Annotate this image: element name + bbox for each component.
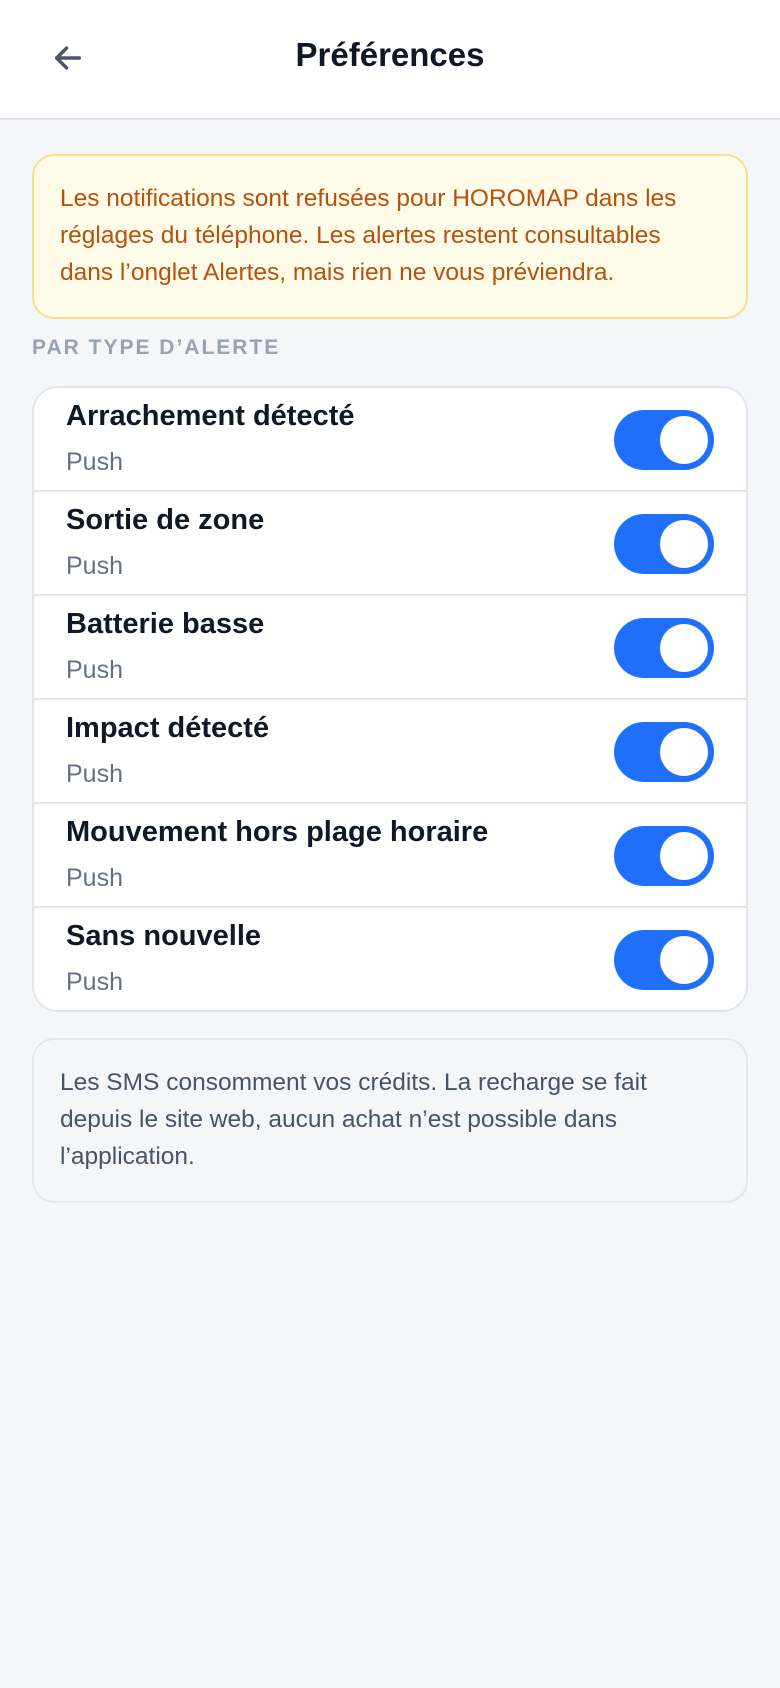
alert-row-mouvement-hors-plage: Mouvement hors plage horaire Push (34, 804, 746, 908)
page-title: Préférences (295, 36, 485, 73)
alert-toggle-batterie-basse[interactable] (614, 618, 714, 678)
alert-title: Sans nouvelle (66, 920, 262, 952)
alert-toggle-impact[interactable] (614, 722, 714, 782)
alert-type-list: Arrachement détecté Push Sortie de zone … (32, 386, 748, 1012)
alert-channel: Push (66, 448, 123, 476)
alert-row-arrachement: Arrachement détecté Push (34, 388, 746, 492)
toggle-knob (660, 832, 708, 880)
app-header: Préférences (0, 0, 780, 120)
alert-channel: Push (66, 552, 123, 580)
info-text: Les SMS consomment vos crédits. La recha… (60, 1069, 647, 1170)
notification-warning-banner: Les notifications sont refusées pour HOR… (32, 154, 748, 319)
sms-info-note: Les SMS consomment vos crédits. La recha… (32, 1038, 748, 1203)
alert-title: Sortie de zone (66, 504, 265, 536)
alert-channel: Push (66, 760, 123, 788)
alert-channel: Push (66, 656, 123, 684)
alert-channel: Push (66, 864, 123, 892)
alert-toggle-mouvement-hors-plage[interactable] (614, 826, 714, 886)
alert-toggle-sans-nouvelle[interactable] (614, 930, 714, 990)
alert-row-sortie-zone: Sortie de zone Push (34, 492, 746, 596)
section-label: PAR TYPE D’ALERTE (32, 336, 281, 359)
alert-row-impact: Impact détecté Push (34, 700, 746, 804)
toggle-knob (660, 520, 708, 568)
alert-row-batterie-basse: Batterie basse Push (34, 596, 746, 700)
toggle-knob (660, 624, 708, 672)
alert-title: Batterie basse (66, 608, 265, 640)
alert-title: Mouvement hors plage horaire (66, 816, 489, 848)
alert-channel: Push (66, 968, 123, 996)
toggle-knob (660, 936, 708, 984)
toggle-knob (660, 416, 708, 464)
toggle-knob (660, 728, 708, 776)
warning-text: Les notifications sont refusées pour HOR… (60, 185, 677, 286)
alert-title: Arrachement détecté (66, 400, 355, 432)
alert-toggle-arrachement[interactable] (614, 410, 714, 470)
alert-row-sans-nouvelle: Sans nouvelle Push (34, 908, 746, 1010)
alert-toggle-sortie-zone[interactable] (614, 514, 714, 574)
alert-title: Impact détecté (66, 712, 270, 744)
